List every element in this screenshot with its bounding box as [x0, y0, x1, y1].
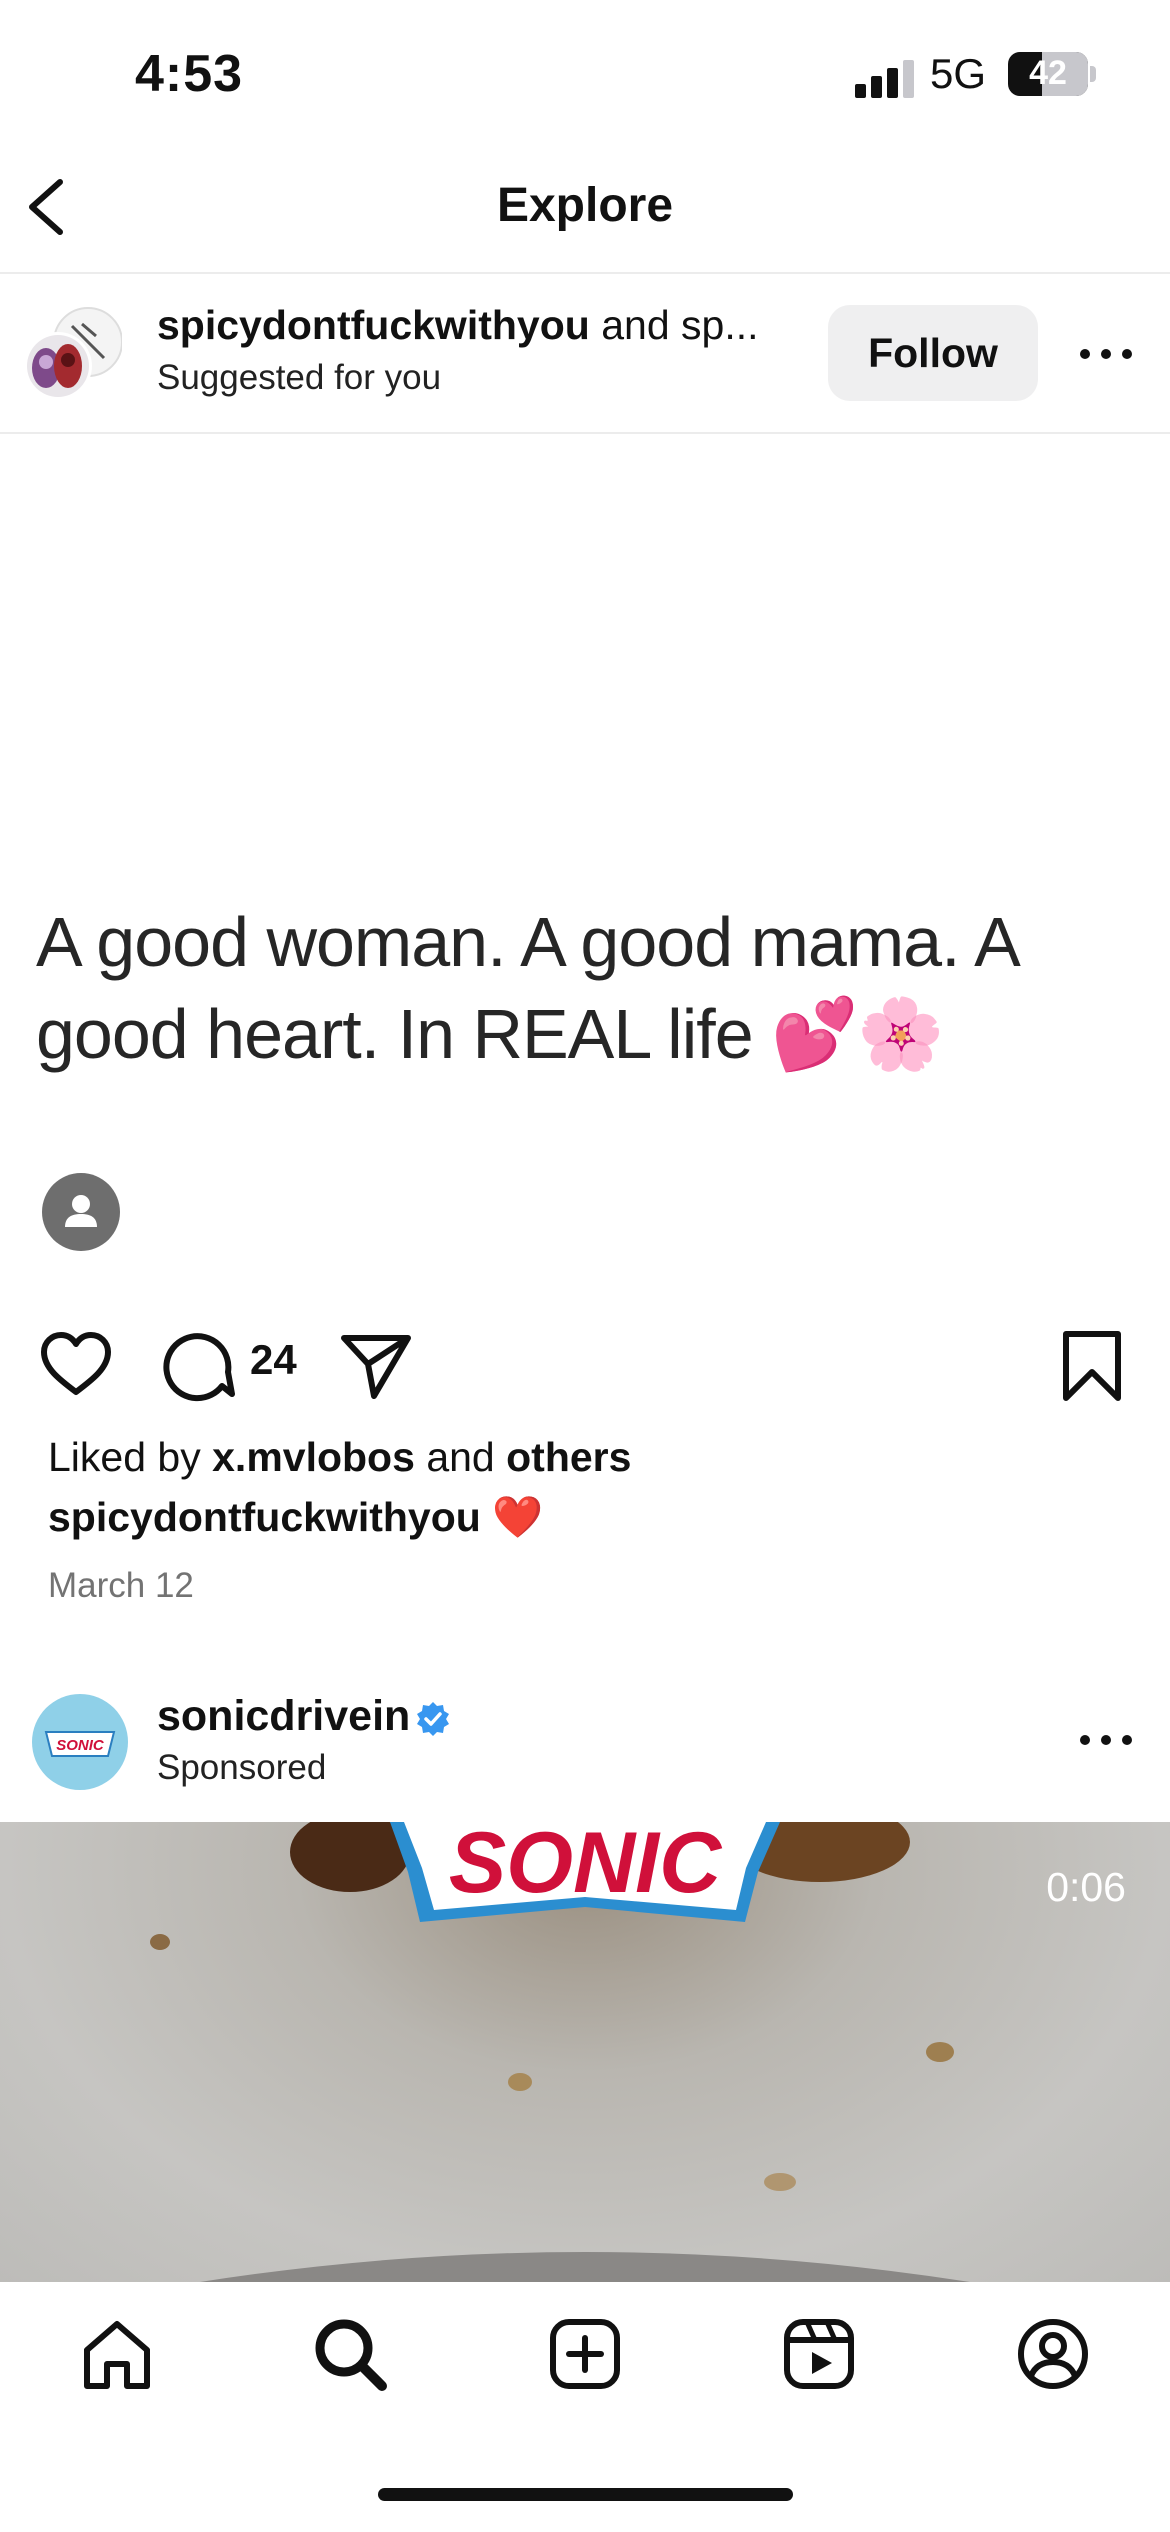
post-username-suffix: and sp...: [601, 302, 759, 348]
heart-icon: [41, 1332, 111, 1395]
likes-and: and: [426, 1434, 495, 1480]
status-time: 4:53: [135, 45, 244, 103]
likes-prefix: Liked by: [48, 1434, 201, 1480]
network-type: 5G: [930, 50, 987, 97]
battery-level: 42: [1029, 54, 1067, 92]
sonic-logo-text: SONIC: [449, 1822, 723, 1911]
verified-badge-icon: [414, 1700, 452, 1738]
create-icon: [550, 2319, 620, 2389]
sponsor-more-button[interactable]: [1076, 1730, 1136, 1750]
tab-search[interactable]: [310, 2314, 390, 2394]
post-more-button[interactable]: [1076, 344, 1136, 364]
home-icon: [84, 2321, 150, 2389]
battery-icon: 42: [1008, 52, 1088, 96]
post-username[interactable]: spicydontfuckwithyou and sp...: [157, 302, 759, 349]
caption-user[interactable]: spicydontfuckwithyou: [48, 1494, 481, 1540]
suggested-label: Suggested for you: [157, 358, 442, 397]
caption-emoji: ❤️: [492, 1494, 544, 1540]
video-duration: 0:06: [1046, 1864, 1126, 1910]
tab-create[interactable]: [545, 2314, 625, 2394]
cellular-signal-icon: [855, 58, 915, 98]
likes-user[interactable]: x.mvlobos: [212, 1434, 415, 1480]
page-title: Explore: [496, 179, 674, 232]
post-quote: A good woman. A good mama. A good heart.…: [36, 896, 1136, 1080]
tagged-people-button[interactable]: [42, 1173, 120, 1251]
sponsored-video[interactable]: SONIC 0:06: [0, 1822, 1170, 2282]
sponsor-username[interactable]: sonicdrivein: [157, 1692, 410, 1741]
reels-icon: [784, 2319, 854, 2389]
post-date: March 12: [48, 1566, 194, 1605]
comment-count[interactable]: 24: [250, 1336, 297, 1384]
nav-divider: [0, 272, 1170, 274]
quote-emoji: 💕🌸: [771, 995, 944, 1073]
tab-home[interactable]: [77, 2314, 157, 2394]
comment-icon: [163, 1333, 235, 1402]
battery-nub: [1090, 66, 1096, 82]
tab-reels[interactable]: [779, 2314, 859, 2394]
share-button[interactable]: [338, 1328, 414, 1404]
likes-summary[interactable]: Liked by x.mvlobos and others: [48, 1434, 631, 1481]
post-username-text[interactable]: spicydontfuckwithyou: [157, 302, 590, 348]
like-button[interactable]: [38, 1328, 114, 1404]
follow-button[interactable]: Follow: [828, 305, 1038, 401]
search-icon: [315, 2319, 387, 2391]
comment-button[interactable]: [160, 1328, 236, 1404]
person-icon: [65, 1195, 97, 1227]
home-indicator[interactable]: [378, 2488, 793, 2501]
sponsor-avatar-text: SONIC: [56, 1737, 105, 1754]
collab-avatars[interactable]: [22, 306, 123, 402]
profile-icon: [1018, 2319, 1088, 2389]
likes-others[interactable]: others: [506, 1434, 631, 1480]
header-divider: [0, 432, 1170, 434]
save-button[interactable]: [1054, 1328, 1130, 1404]
tab-profile[interactable]: [1013, 2314, 1093, 2394]
sponsored-label: Sponsored: [157, 1748, 327, 1787]
sponsor-avatar[interactable]: SONIC: [32, 1694, 128, 1790]
send-icon: [341, 1335, 411, 1399]
bookmark-icon: [1063, 1331, 1121, 1401]
caption: spicydontfuckwithyou ❤️: [48, 1494, 543, 1542]
